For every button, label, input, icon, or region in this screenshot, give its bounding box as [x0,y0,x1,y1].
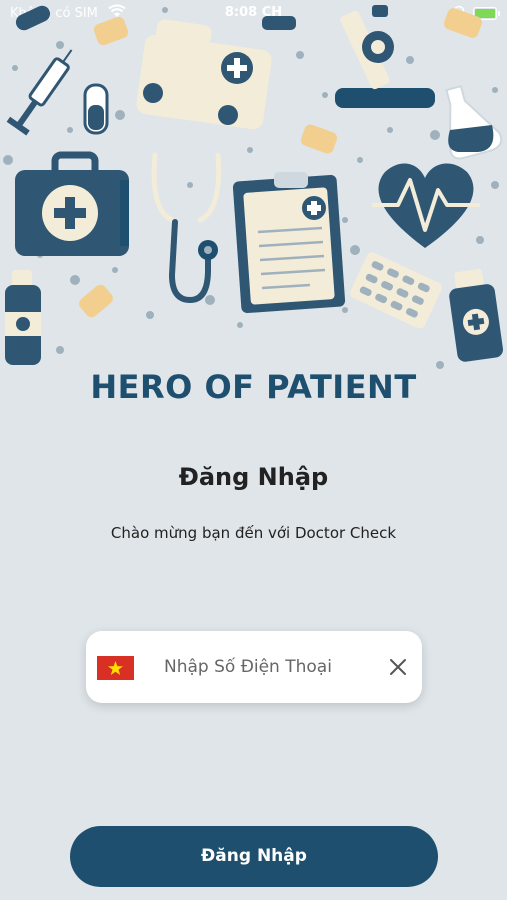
clear-icon[interactable] [386,655,410,679]
app-title: HERO OF PATIENT [90,368,417,406]
phone-input[interactable] [164,653,364,681]
login-heading: Đăng Nhập [178,463,329,491]
vietnam-flag-icon[interactable] [97,656,134,680]
phone-field [86,631,422,703]
login-button[interactable]: Đăng Nhập [70,826,438,887]
login-subtitle: Chào mừng bạn đến với Doctor Check [110,524,397,542]
medical-illustration [3,5,504,369]
